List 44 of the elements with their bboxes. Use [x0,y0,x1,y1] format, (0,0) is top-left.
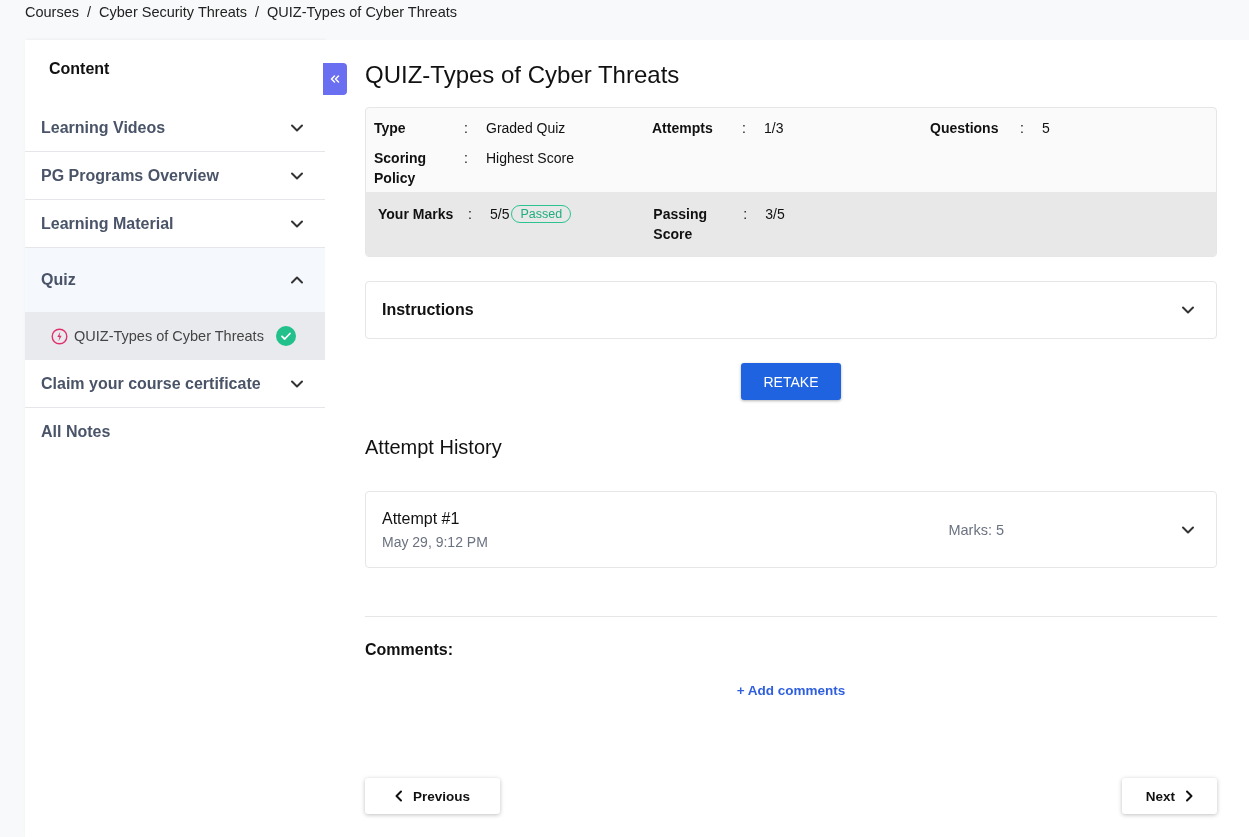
field-label: Type [374,119,407,138]
previous-button[interactable]: Previous [365,778,501,814]
field-value: 1/3 [764,119,784,138]
page-title: QUIZ-Types of Cyber Threats [365,61,681,89]
breadcrumb-link[interactable]: Cyber Security Threats [99,4,248,40]
sidebar-title: Content [48,59,111,79]
field-separator: : [742,119,747,138]
quiz-icon [51,327,68,345]
attempt-date: May 29, 9:12 PM [382,533,489,550]
sidebar-section[interactable]: Quiz [25,248,325,312]
field-separator: : [1020,119,1025,138]
sidebar-link[interactable]: All Notes [25,408,325,456]
double-chevron-left-icon [330,75,340,83]
breadcrumb-link[interactable]: QUIZ-Types of Cyber Threats [267,4,457,40]
field-label: Questions [930,119,1000,138]
breadcrumb-link[interactable]: Courses [25,4,79,40]
field-value: 5 [1042,119,1050,138]
field-value: 5/5 [490,205,510,224]
chevron-right-icon [1185,790,1193,802]
field-label: Attempts [652,119,714,138]
add-comments-link[interactable]: + Add comments [736,683,846,698]
field-separator: : [468,205,473,224]
field-value: Highest Score [486,149,574,168]
field-label: Scoring Policy [374,149,428,188]
next-button[interactable]: Next [1121,778,1217,814]
field-label: Passing Score [653,205,709,244]
comments-heading: Comments: [365,641,454,659]
section-heading: Attempt History [365,436,503,459]
field-label: Your Marks [378,205,455,224]
attempt-card[interactable]: Attempt #1 May 29, 9:12 PM Marks: 5 [365,491,1217,568]
collapse-sidebar-button[interactable] [323,63,347,95]
attempt-marks: Marks: 5 [948,521,1004,538]
retake-button[interactable]: RETAKE [741,363,841,400]
breadcrumb-separator: / [87,4,92,22]
field-separator: : [464,149,469,168]
chevron-left-icon [395,790,403,802]
field-separator: : [743,205,749,224]
instructions-accordion[interactable]: Instructions [365,281,1217,339]
field-separator: : [464,119,469,138]
sidebar-item[interactable]: QUIZ-Types of Cyber Threats [25,312,325,360]
breadcrumb-separator: / [255,4,260,22]
field-value: 3/5 [765,205,785,224]
field-value: Graded Quiz [486,119,566,138]
attempt-title: Attempt #1 [382,509,461,528]
